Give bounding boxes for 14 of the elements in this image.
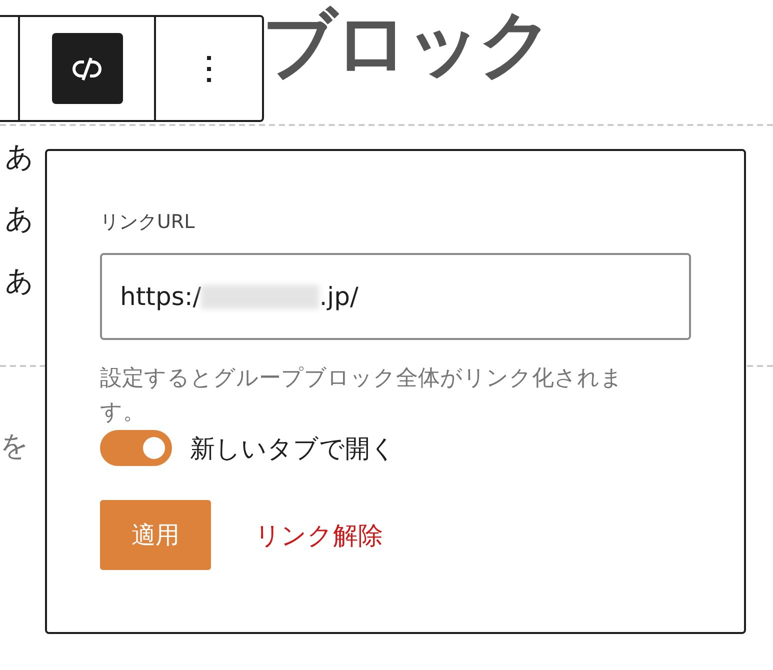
apply-button[interactable]: 適用 (100, 500, 211, 570)
field-label: リンクURL (100, 210, 196, 235)
toggle-switch[interactable] (100, 430, 172, 466)
placeholder-text: を (0, 428, 29, 464)
block-heading: ブロック (262, 0, 551, 89)
unlink-button[interactable] (52, 33, 122, 104)
unlink-link[interactable]: リンク解除 (255, 518, 383, 552)
paragraph-text: あ (5, 201, 34, 237)
help-text: 設定するとグループブロック全体がリンク化されます。 (100, 365, 624, 427)
paragraph-text: あ (5, 263, 34, 299)
toggle-label: 新しいタブで開く (190, 432, 396, 464)
url-input-field[interactable]: https:/ .jp/ (100, 253, 691, 340)
more-options-icon (206, 54, 212, 84)
paragraph-text: あ (5, 139, 34, 175)
